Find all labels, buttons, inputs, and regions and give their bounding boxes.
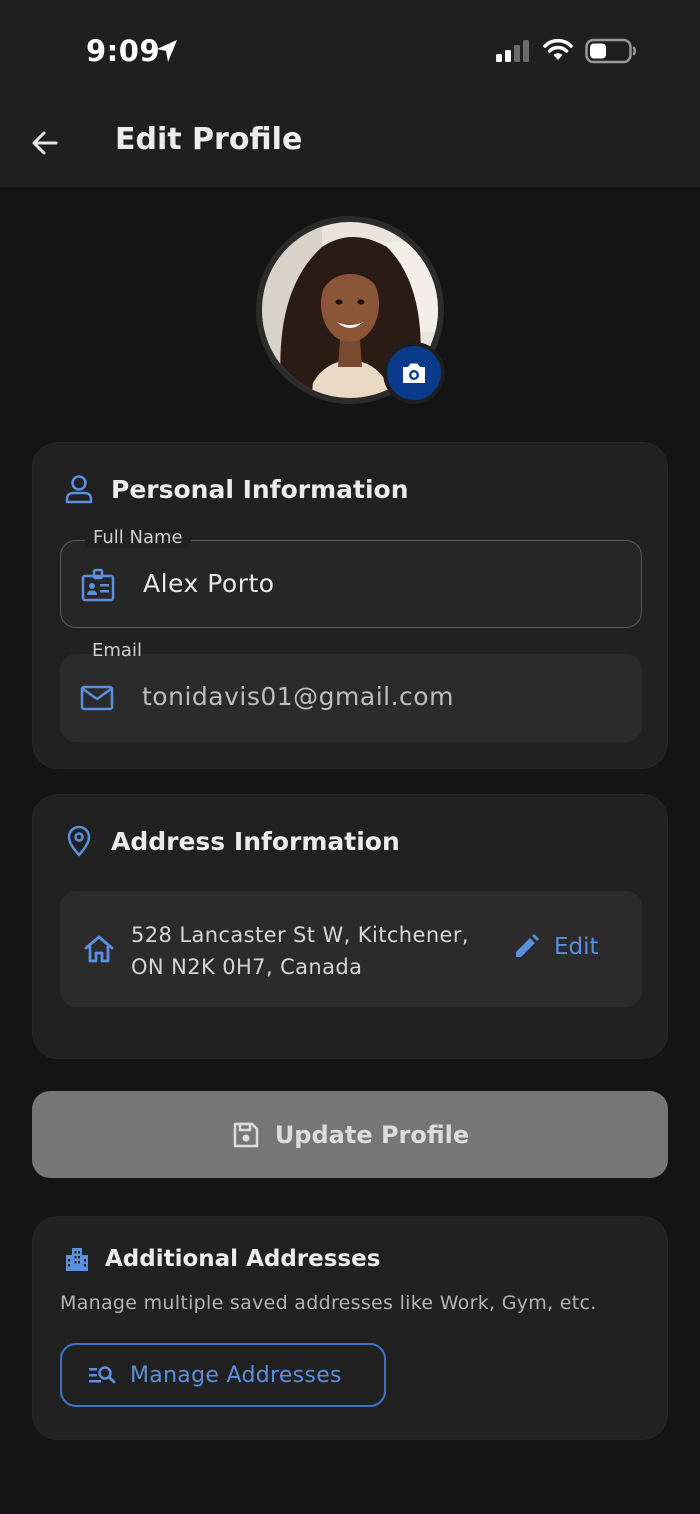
personal-information-card: Personal Information Full Name Alex Port… — [32, 442, 668, 769]
additional-addresses-header: Additional Addresses — [63, 1245, 380, 1273]
save-icon — [233, 1122, 259, 1147]
edit-label: Edit — [554, 934, 599, 960]
email-value: tonidavis01@gmail.com — [142, 682, 454, 711]
edit-address-button[interactable]: Edit — [512, 933, 599, 961]
person-icon — [65, 475, 93, 504]
email-label: Email — [92, 640, 142, 661]
manage-addresses-label: Manage Addresses — [130, 1362, 342, 1388]
personal-information-header: Personal Information — [63, 473, 409, 505]
manage-addresses-button[interactable]: Manage Addresses — [60, 1343, 386, 1407]
change-photo-button[interactable] — [383, 342, 445, 404]
update-profile-label: Update Profile — [274, 1120, 470, 1149]
wifi-icon — [543, 38, 573, 60]
address-line-1: 528 Lancaster St W, Kitchener, — [131, 923, 469, 947]
address-line-2: ON N2K 0H7, Canada — [131, 955, 363, 979]
additional-addresses-card: Additional Addresses Manage multiple sav… — [32, 1216, 668, 1440]
camera-icon — [403, 363, 425, 383]
manage-search-icon — [89, 1366, 116, 1384]
top-bar: 9:09 Edit Profile — [0, 0, 700, 187]
home-icon — [84, 935, 114, 963]
full-name-field[interactable]: Full Name Alex Porto — [60, 527, 642, 628]
location-arrow-icon — [157, 40, 177, 62]
status-time: 9:09 — [86, 34, 161, 68]
back-arrow-icon[interactable] — [26, 124, 64, 162]
address-text: 528 Lancaster St W, Kitchener, ON N2K 0H… — [131, 919, 491, 983]
update-profile-button[interactable]: Update Profile — [32, 1091, 668, 1178]
full-name-label: Full Name — [85, 527, 191, 548]
additional-addresses-description: Manage multiple saved addresses like Wor… — [60, 1292, 597, 1314]
mail-icon — [80, 685, 114, 711]
cellular-signal-icon — [496, 40, 529, 62]
badge-icon — [81, 568, 115, 602]
section-title: Personal Information — [111, 474, 409, 504]
page-title: Edit Profile — [115, 122, 303, 157]
profile-photo — [256, 216, 445, 404]
pencil-icon — [516, 934, 539, 957]
buildings-icon — [66, 1248, 88, 1271]
location-pin-icon — [67, 825, 91, 857]
address-information-card: Address Information 528 Lancaster St W, … — [32, 794, 668, 1059]
email-field[interactable]: Email tonidavis01@gmail.com — [60, 640, 642, 742]
full-name-value: Alex Porto — [143, 569, 275, 598]
section-title: Additional Addresses — [105, 1246, 381, 1272]
address-information-header: Address Information — [63, 825, 400, 857]
section-title: Address Information — [111, 826, 400, 856]
address-row: 528 Lancaster St W, Kitchener, ON N2K 0H… — [60, 891, 642, 1007]
battery-icon — [585, 38, 636, 64]
